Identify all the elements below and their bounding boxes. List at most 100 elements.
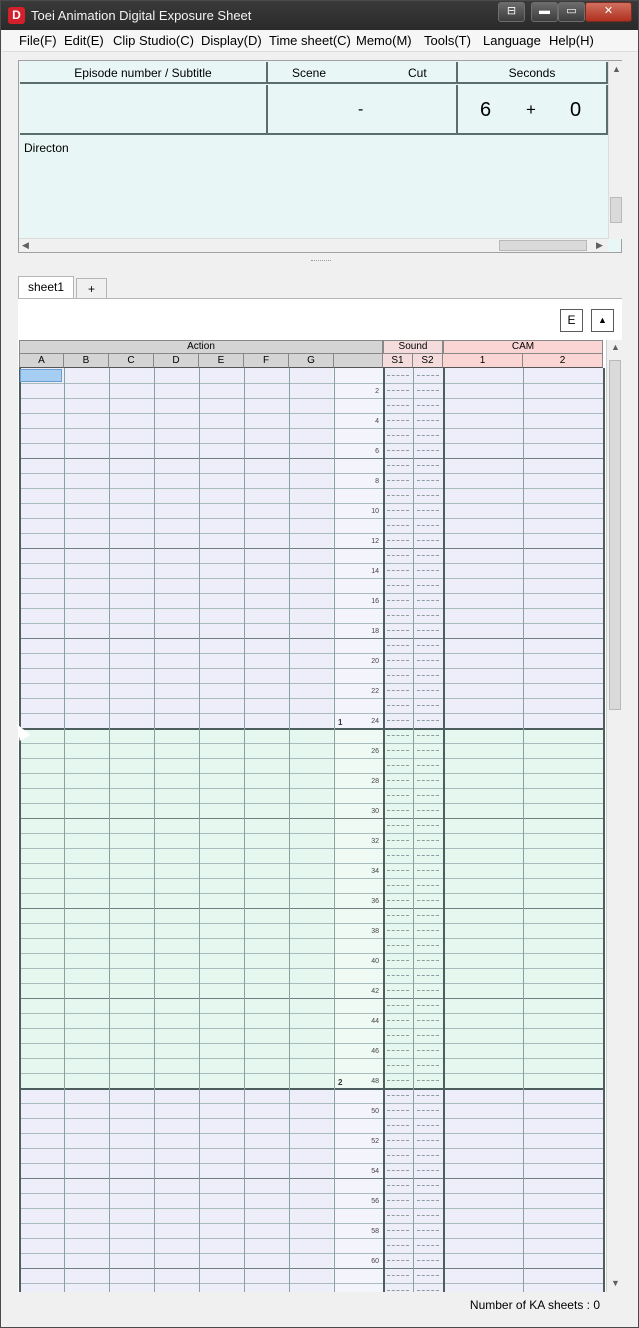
sound-tick	[417, 1140, 439, 1141]
sound-tick	[387, 1095, 409, 1096]
title-bar[interactable]: D Toei Animation Digital Exposure Sheet …	[1, 1, 638, 30]
scroll-left-icon[interactable]: ◀	[22, 240, 29, 251]
sound-tick	[417, 420, 439, 421]
sound-tick	[387, 1020, 409, 1021]
column-header-g[interactable]: G	[289, 354, 334, 368]
sound-tick	[417, 375, 439, 376]
sound-tick	[387, 1245, 409, 1246]
restore-small-button[interactable]: ⊟	[498, 2, 525, 22]
sound-tick	[387, 1035, 409, 1036]
column-header-d[interactable]: D	[154, 354, 199, 368]
column-header-cam1[interactable]: 1	[443, 354, 523, 368]
column-line	[443, 368, 445, 1292]
sound-tick	[387, 1215, 409, 1216]
e-button[interactable]: E	[560, 309, 583, 332]
sheet-scroll-up-icon[interactable]: ▲	[611, 342, 620, 352]
sound-tick	[417, 855, 439, 856]
header-vertical-scrollbar[interactable]: ▲	[608, 61, 622, 239]
menu-memo[interactable]: Memo(M)	[356, 33, 412, 48]
sound-tick	[417, 1185, 439, 1186]
header-values-row: - 6 + 0	[20, 85, 608, 135]
header-horizontal-scrollbar[interactable]: ◀ ▶	[19, 238, 608, 252]
sheet-vertical-scrollbar[interactable]: ▲ ▼	[606, 340, 622, 1292]
menu-display[interactable]: Display(D)	[201, 33, 262, 48]
column-header-a[interactable]: A	[19, 354, 64, 368]
row-line	[19, 908, 603, 909]
row-line	[19, 608, 603, 609]
menu-edit[interactable]: Edit(E)	[64, 33, 104, 48]
tab-sheet1[interactable]: sheet1	[18, 276, 74, 300]
scene-cut-value[interactable]: -	[268, 85, 458, 133]
timesheet-grid-body[interactable]: 2 4 6 8 10 12 14 16 18 20 22 24 26 28 30 32 34 36 38 40 42 44…	[19, 368, 605, 1292]
sound-tick	[417, 705, 439, 706]
column-line	[64, 368, 65, 1292]
sound-tick	[417, 735, 439, 736]
sound-tick	[387, 1065, 409, 1066]
sound-tick	[387, 735, 409, 736]
scroll-up-icon[interactable]: ▲	[612, 64, 621, 74]
sound-tick	[387, 720, 409, 721]
scroll-right-icon[interactable]: ▶	[596, 240, 603, 251]
sound-tick	[387, 855, 409, 856]
sound-tick	[387, 1005, 409, 1006]
sound-tick	[387, 1125, 409, 1126]
ka-sheets-count: Number of KA sheets : 0	[469, 1298, 600, 1312]
menu-language[interactable]: Language	[483, 33, 541, 48]
column-header-e[interactable]: E	[199, 354, 244, 368]
row-line	[19, 848, 603, 849]
row-line	[19, 788, 603, 789]
maximize-button[interactable]: ▭	[558, 2, 585, 22]
column-header-f[interactable]: F	[244, 354, 289, 368]
episode-label: Episode number / Subtitle	[20, 62, 268, 82]
episode-value[interactable]	[20, 85, 268, 133]
sound-tick	[417, 1080, 439, 1081]
column-header-c[interactable]: C	[109, 354, 154, 368]
sheet-scroll-down-icon[interactable]: ▼	[611, 1278, 620, 1288]
sound-tick	[387, 1155, 409, 1156]
column-header-s1[interactable]: S1	[383, 354, 413, 368]
sound-tick	[387, 765, 409, 766]
column-line	[603, 368, 605, 1292]
frame-number: 38	[371, 928, 379, 935]
row-line	[19, 578, 603, 579]
sound-tick	[417, 495, 439, 496]
menu-help[interactable]: Help(H)	[549, 33, 594, 48]
menu-time-sheet[interactable]: Time sheet(C)	[269, 33, 351, 48]
column-header-cam2[interactable]: 2	[523, 354, 603, 368]
menu-clip-studio[interactable]: Clip Studio(C)	[113, 33, 194, 48]
column-line	[289, 368, 290, 1292]
close-button[interactable]: ✕	[585, 2, 632, 22]
frame-column-header	[334, 354, 383, 368]
sound-tick	[417, 840, 439, 841]
sound-tick	[387, 615, 409, 616]
sound-tick	[417, 525, 439, 526]
sound-tick	[417, 1230, 439, 1231]
column-line	[109, 368, 110, 1292]
row-line	[19, 923, 603, 924]
row-line	[19, 803, 603, 804]
seconds-value-cell[interactable]: 6 + 0	[458, 85, 608, 133]
column-header-b[interactable]: B	[64, 354, 109, 368]
header-vscroll-thumb[interactable]	[610, 197, 622, 223]
sheet-header-panel: Episode number / Subtitle Scene Cut Seco…	[18, 60, 622, 253]
column-header-s2[interactable]: S2	[413, 354, 443, 368]
sound-tick	[417, 1095, 439, 1096]
sound-tick	[417, 645, 439, 646]
sound-tick	[417, 750, 439, 751]
row-line	[19, 1193, 603, 1194]
selected-cell[interactable]	[20, 369, 62, 382]
header-hscroll-thumb[interactable]	[499, 240, 587, 251]
frame-number: 14	[371, 568, 379, 575]
row-line	[19, 1148, 603, 1149]
minimize-button[interactable]: ▬	[531, 2, 558, 22]
frame-number: 20	[371, 658, 379, 665]
collapse-up-button[interactable]: ▲	[591, 309, 614, 332]
menu-bar: File(F) Edit(E) Clip Studio(C) Display(D…	[2, 30, 638, 52]
menu-tools[interactable]: Tools(T)	[424, 33, 471, 48]
menu-file[interactable]: File(F)	[19, 33, 57, 48]
row-line	[19, 953, 603, 954]
sound-tick	[387, 495, 409, 496]
sound-tick	[387, 1050, 409, 1051]
sheet-vscroll-thumb[interactable]	[609, 360, 621, 710]
panel-splitter[interactable]	[311, 260, 331, 264]
